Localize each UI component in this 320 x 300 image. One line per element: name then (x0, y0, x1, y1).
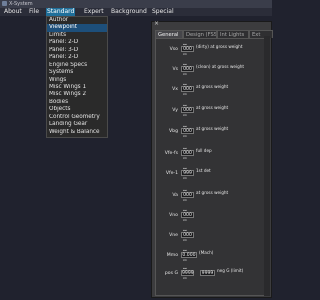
window-title: X-System (9, 1, 33, 7)
decrement-arrows-icon[interactable]: ▾▾▾ (183, 238, 187, 242)
menu-item-weight-balance[interactable]: Weight & Balance (47, 129, 107, 136)
limit-description: at gross weight (196, 105, 229, 110)
menu-standard[interactable]: Standard (46, 8, 76, 16)
limit-description: (dirty) at gross weight (196, 44, 243, 49)
limit-label: Vne (169, 232, 178, 238)
menu-item-bodies[interactable]: Bodies (47, 99, 107, 106)
limit-label: Vs (172, 66, 178, 72)
menu-item-landing-gear[interactable]: Landing Gear (47, 121, 107, 128)
tab-design-fss[interactable]: Design (FSS) (183, 30, 217, 38)
limit-label: Vno (169, 212, 178, 218)
menu-file[interactable]: File (28, 8, 40, 16)
decrement-arrows-icon[interactable]: ▾▾▾ (183, 113, 187, 117)
decrement-arrows-icon[interactable]: ▾▾▾ (183, 72, 187, 76)
limit-label: Vfe-fs (164, 150, 178, 156)
decrement-arrows-icon[interactable]: ▾▾▾ (183, 156, 187, 160)
menu-item-objects[interactable]: Objects (47, 106, 107, 113)
menu-item-misc-wings-1[interactable]: Misc Wings 1 (47, 84, 107, 91)
decrement-arrows-icon[interactable]: ▾▾▾ (183, 218, 187, 222)
menu-item-wings[interactable]: Wings (47, 77, 107, 84)
menu-item-control-geometry[interactable]: Control Geometry (47, 114, 107, 121)
tab-general[interactable]: General (155, 30, 183, 38)
limit-label: Vy (172, 107, 178, 113)
app-icon (2, 1, 7, 6)
title-bar: X-System (0, 0, 272, 8)
menu-about[interactable]: About (3, 8, 23, 16)
limit-label: Mmo (166, 252, 178, 258)
limit-label: pos G (164, 270, 178, 276)
decrement-arrows-icon[interactable]: ▾▾▾ (183, 258, 187, 262)
menu-bar: About File Standard Expert Background Sp… (0, 8, 272, 16)
scrollbar[interactable] (264, 36, 270, 296)
menu-item-misc-wings-2[interactable]: Misc Wings 2 (47, 91, 107, 98)
decrement-arrows-icon[interactable]: ▾▾▾ (183, 92, 187, 96)
menu-item-viewpoint[interactable]: Viewpoint (47, 24, 107, 32)
decrement-arrows-icon[interactable]: ▾▾▾ (183, 198, 187, 202)
menu-special[interactable]: Special (151, 8, 175, 16)
menu-item-panel-2d-b[interactable]: Panel: 2-D (47, 54, 107, 61)
limit-description: at gross weight (196, 190, 229, 195)
limit-description: at gross weight (196, 84, 229, 89)
menu-item-panel-2d[interactable]: Panel: 2-D (47, 39, 107, 46)
menu-item-systems[interactable]: Systems (47, 69, 107, 76)
panel-tabs: General Design (FSS) Int Lights Ext (155, 30, 273, 38)
menu-expert[interactable]: Expert (83, 8, 105, 16)
decrement-arrows-icon[interactable]: ▾▾▾ (183, 52, 187, 56)
general-tab-content: Vso ▴▴▴ 000 ▾▾▾ (dirty) at gross weight Vs ▴▴▴… (155, 38, 270, 296)
limits-panel: × General Design (FSS) Int Lights Ext Vs… (151, 20, 273, 298)
limit-description: neg G (limit) (217, 268, 244, 273)
standard-menu-dropdown: Author Viewpoint Limits Panel: 2-D Panel… (46, 16, 108, 138)
limit-description: (clean) at gross weight (196, 64, 245, 69)
menu-item-author[interactable]: Author (47, 17, 107, 24)
limit-value-field-2[interactable]: 9999 (200, 270, 215, 276)
limit-label: Vso (169, 46, 178, 52)
tab-int-lights[interactable]: Int Lights (217, 30, 249, 38)
close-icon[interactable]: × (154, 20, 159, 28)
menu-item-engine-specs[interactable]: Engine Specs (47, 62, 107, 69)
menu-item-limits[interactable]: Limits (47, 32, 107, 39)
decrement-arrows-icon[interactable]: ▾▾▾ (183, 134, 187, 138)
limit-label: Va (172, 192, 178, 198)
limit-description: full dep (196, 148, 212, 153)
limit-label: Vfe-1 (165, 170, 178, 176)
limit-description: at gross weight (196, 126, 229, 131)
decrement-arrows-icon[interactable]: ▾▾▾ (183, 176, 187, 180)
decrement-arrows-icon[interactable]: ▾▾▾ (183, 276, 187, 280)
limit-label: Vx (172, 86, 178, 92)
menu-background[interactable]: Background (110, 8, 148, 16)
limit-description: 1st det (196, 168, 211, 173)
limit-description: (Mach) (199, 250, 214, 255)
limit-label: Vbg (169, 128, 178, 134)
menu-item-panel-3d[interactable]: Panel: 3-D (47, 47, 107, 54)
